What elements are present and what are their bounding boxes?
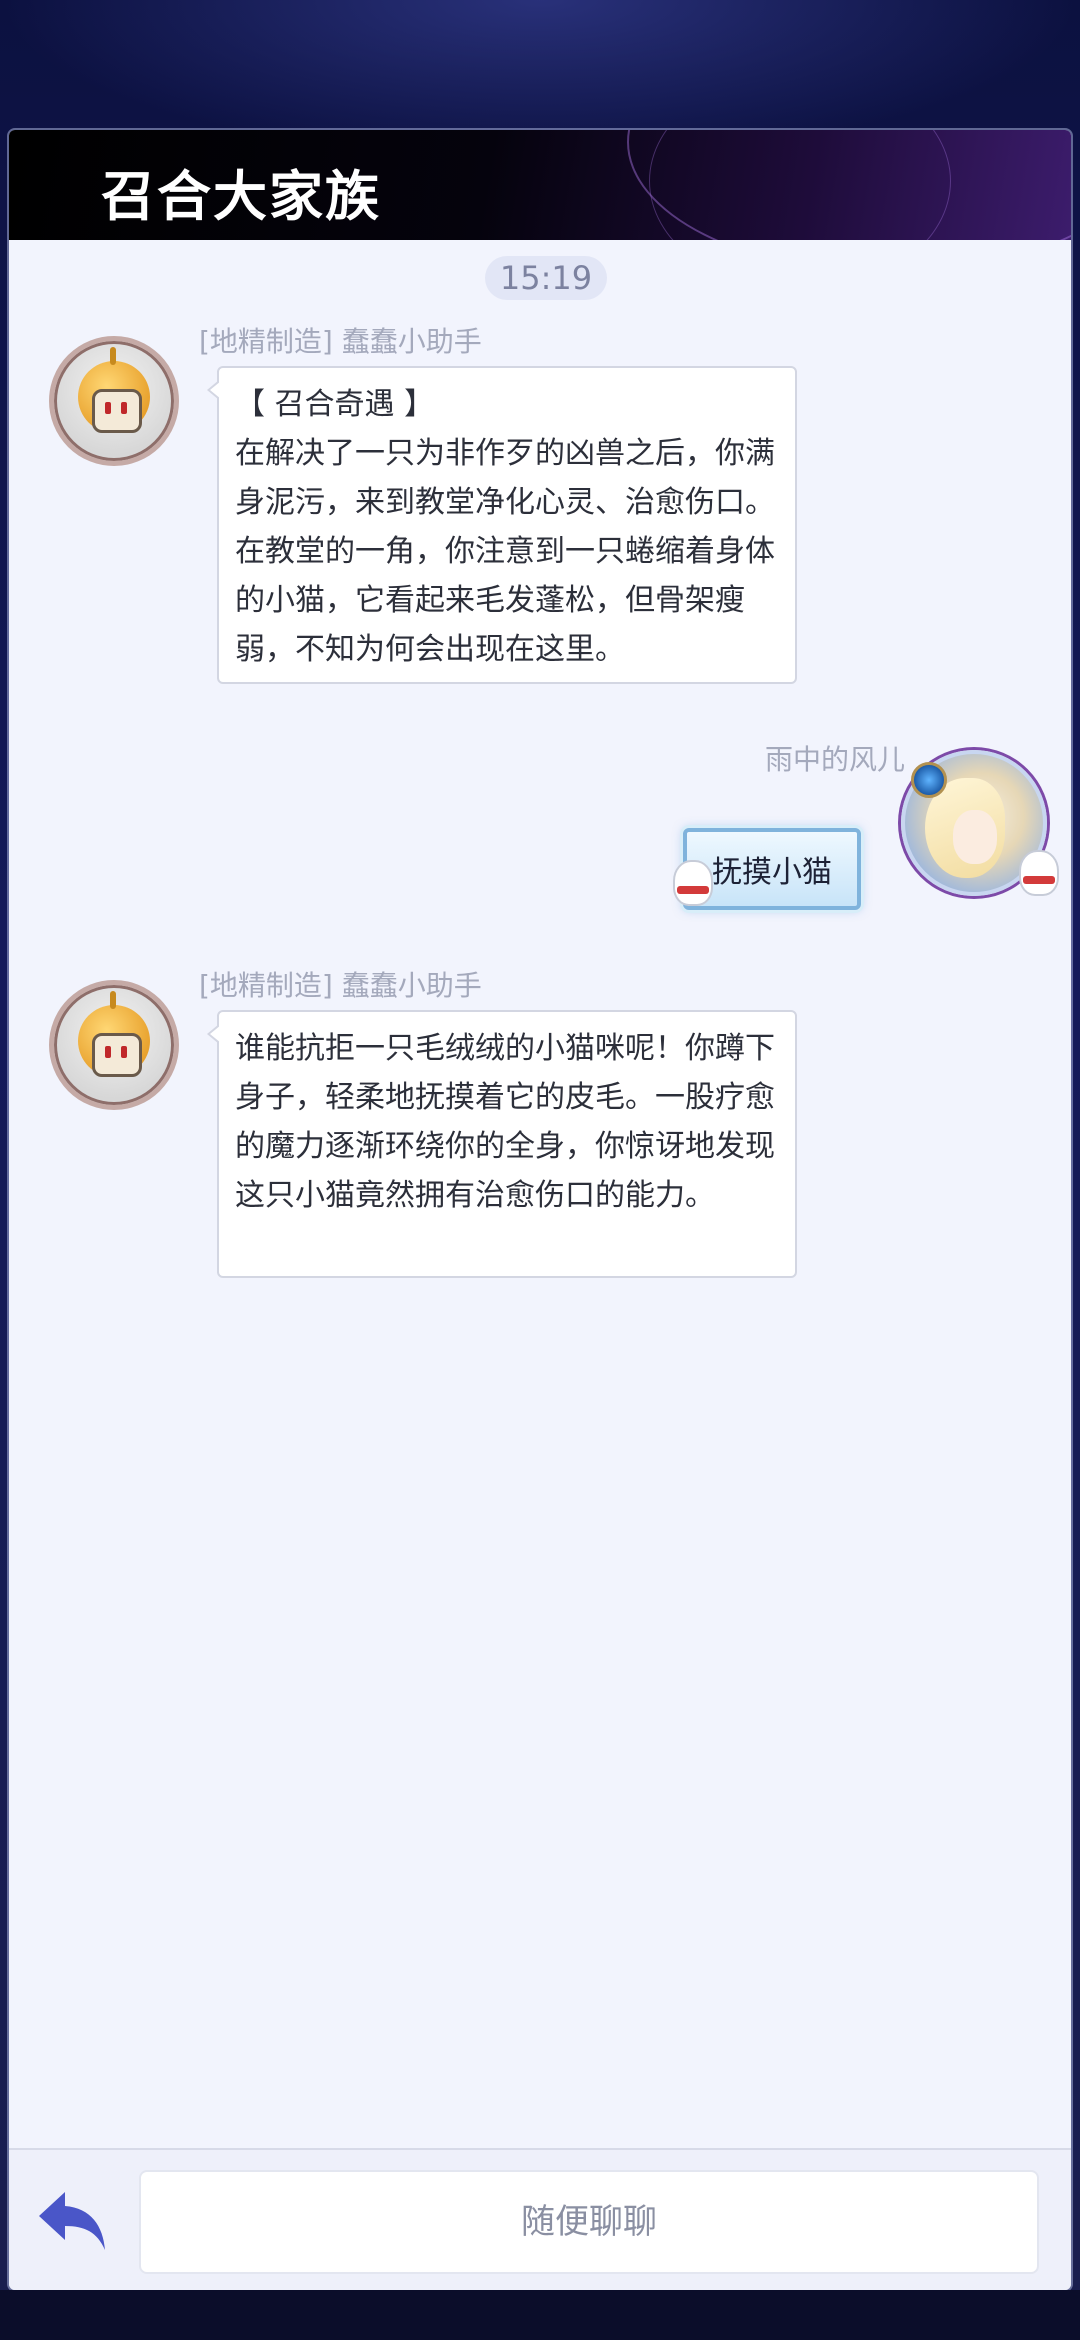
bunny-scarf [677, 886, 709, 894]
user-name: 雨中的风儿 [764, 743, 905, 776]
bot-avatar[interactable] [49, 336, 179, 466]
header: 召合大家族 [9, 130, 1071, 240]
sender-name: [地精制造] 蠢蠢小助手 [199, 969, 482, 1002]
reply-button[interactable] [35, 2186, 111, 2256]
page-title: 召合大家族 [101, 164, 381, 228]
bottom-edge [0, 2290, 1080, 2340]
robot-face [92, 389, 142, 433]
robot-eye [121, 1046, 127, 1058]
robot-eye [121, 402, 127, 414]
robot-antenna [110, 347, 116, 365]
robot-antenna [110, 991, 116, 1009]
robot-eye [105, 1046, 111, 1058]
robot-eye [105, 402, 111, 414]
robot-face [92, 1033, 142, 1077]
message-bubble[interactable]: 【 召合奇遇 】 在解决了一只为非作歹的凶兽之后，你满身泥污，来到教堂净化心灵、… [207, 366, 797, 684]
chat-panel: 召合大家族 15:19 [地精制造] 蠢蠢小助手 【 召合奇遇 】 在解决了一只… [9, 130, 1071, 2290]
sender-name: [地精制造] 蠢蠢小助手 [199, 325, 482, 358]
input-bar: 随便聊聊 [9, 2148, 1071, 2290]
reply-arrow-icon [39, 2192, 105, 2250]
bunny-icon [673, 860, 713, 906]
header-decor-arc [649, 130, 951, 240]
chat-messages[interactable]: 15:19 [地精制造] 蠢蠢小助手 【 召合奇遇 】 在解决了一只为非作歹的凶… [9, 240, 1071, 2220]
chat-input[interactable]: 随便聊聊 [139, 2170, 1039, 2274]
timestamp-badge: 15:19 [485, 256, 607, 300]
bunny-scarf [1023, 876, 1055, 884]
gem-icon [911, 762, 947, 798]
message-bubble[interactable]: 谁能抗拒一只毛绒绒的小猫咪呢！你蹲下身子，轻柔地抚摸着它的皮毛。一股疗愈的魔力逐… [207, 1010, 797, 1278]
bunny-icon [1019, 850, 1059, 896]
user-face [953, 810, 997, 864]
bot-avatar[interactable] [49, 980, 179, 1110]
